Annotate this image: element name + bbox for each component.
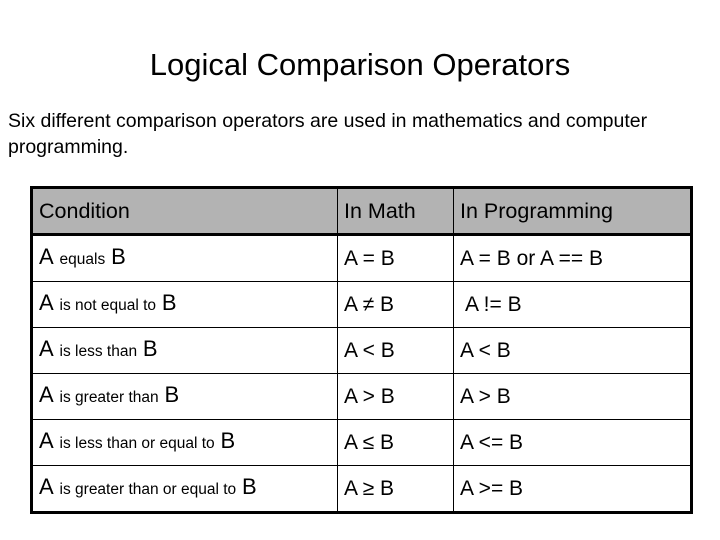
cell-condition: A is greater than B [31, 373, 338, 420]
cell-in-math: A = B [337, 234, 454, 282]
condition-right-operand: B [220, 428, 236, 453]
table-row: A is greater than or equal to B A ≥ B A … [31, 465, 692, 513]
column-header-condition: Condition [31, 187, 338, 236]
condition-right-operand: B [242, 474, 257, 499]
slide-body-text: Six different comparison operators are u… [8, 110, 648, 158]
cell-condition: A is less than or equal to B [31, 419, 338, 466]
condition-left-operand: A [39, 428, 54, 453]
page-title: Logical Comparison Operators [149, 47, 571, 82]
cell-in-math: A < B [337, 327, 454, 374]
cell-condition: A is not equal to B [31, 281, 338, 328]
cell-condition: A is less than B [31, 327, 338, 374]
condition-left-operand: A [39, 244, 54, 269]
cell-condition: A is greater than or equal to B [31, 465, 338, 513]
cell-in-programming: A != B [453, 281, 692, 328]
cell-in-programming: A < B [453, 327, 692, 374]
condition-left-operand: A [39, 382, 54, 407]
condition-phrase: is not equal to [59, 297, 157, 314]
cell-in-programming-text: A != B [465, 292, 522, 316]
column-header-in-math: In Math [337, 187, 454, 236]
cell-in-programming: A = B or A == B [453, 234, 692, 282]
condition-left-operand: A [39, 290, 54, 315]
cell-condition: A equals B [31, 234, 338, 282]
condition-right-operand: B [164, 382, 180, 407]
table-row: A is less than B A < B A < B [31, 327, 692, 374]
column-header-in-programming: In Programming [453, 187, 692, 236]
slide: Logical Comparison Operators Six differe… [0, 0, 720, 540]
table-header-row: Condition In Math In Programming [31, 187, 692, 236]
cell-in-math: A > B [337, 373, 454, 420]
condition-right-operand: B [111, 244, 126, 269]
condition-phrase: is greater than [59, 389, 159, 406]
table-row: A is less than or equal to B A ≤ B A <= … [31, 419, 692, 466]
cell-in-programming: A >= B [453, 465, 692, 513]
comparison-operators-table-wrapper: Condition In Math In Programming A equal… [30, 186, 693, 514]
cell-in-math: A ≥ B [337, 465, 454, 513]
condition-phrase: equals [59, 251, 106, 268]
cell-in-math: A ≠ B [337, 281, 454, 328]
comparison-operators-table: Condition In Math In Programming A equal… [30, 186, 693, 514]
table-row: A is greater than B A > B A > B [31, 373, 692, 420]
condition-left-operand: A [39, 474, 54, 499]
condition-phrase: is greater than or equal to [59, 481, 237, 498]
condition-right-operand: B [142, 336, 158, 361]
condition-right-operand: B [161, 290, 177, 315]
table-row: A equals B A = B A = B or A == B [31, 234, 692, 282]
condition-phrase: is less than [59, 343, 138, 360]
condition-left-operand: A [39, 336, 54, 361]
cell-in-math: A ≤ B [337, 419, 454, 466]
condition-phrase: is less than or equal to [59, 435, 215, 452]
cell-in-programming: A <= B [453, 419, 692, 466]
cell-in-programming: A > B [453, 373, 692, 420]
table-row: A is not equal to B A ≠ B A != B [31, 281, 692, 328]
